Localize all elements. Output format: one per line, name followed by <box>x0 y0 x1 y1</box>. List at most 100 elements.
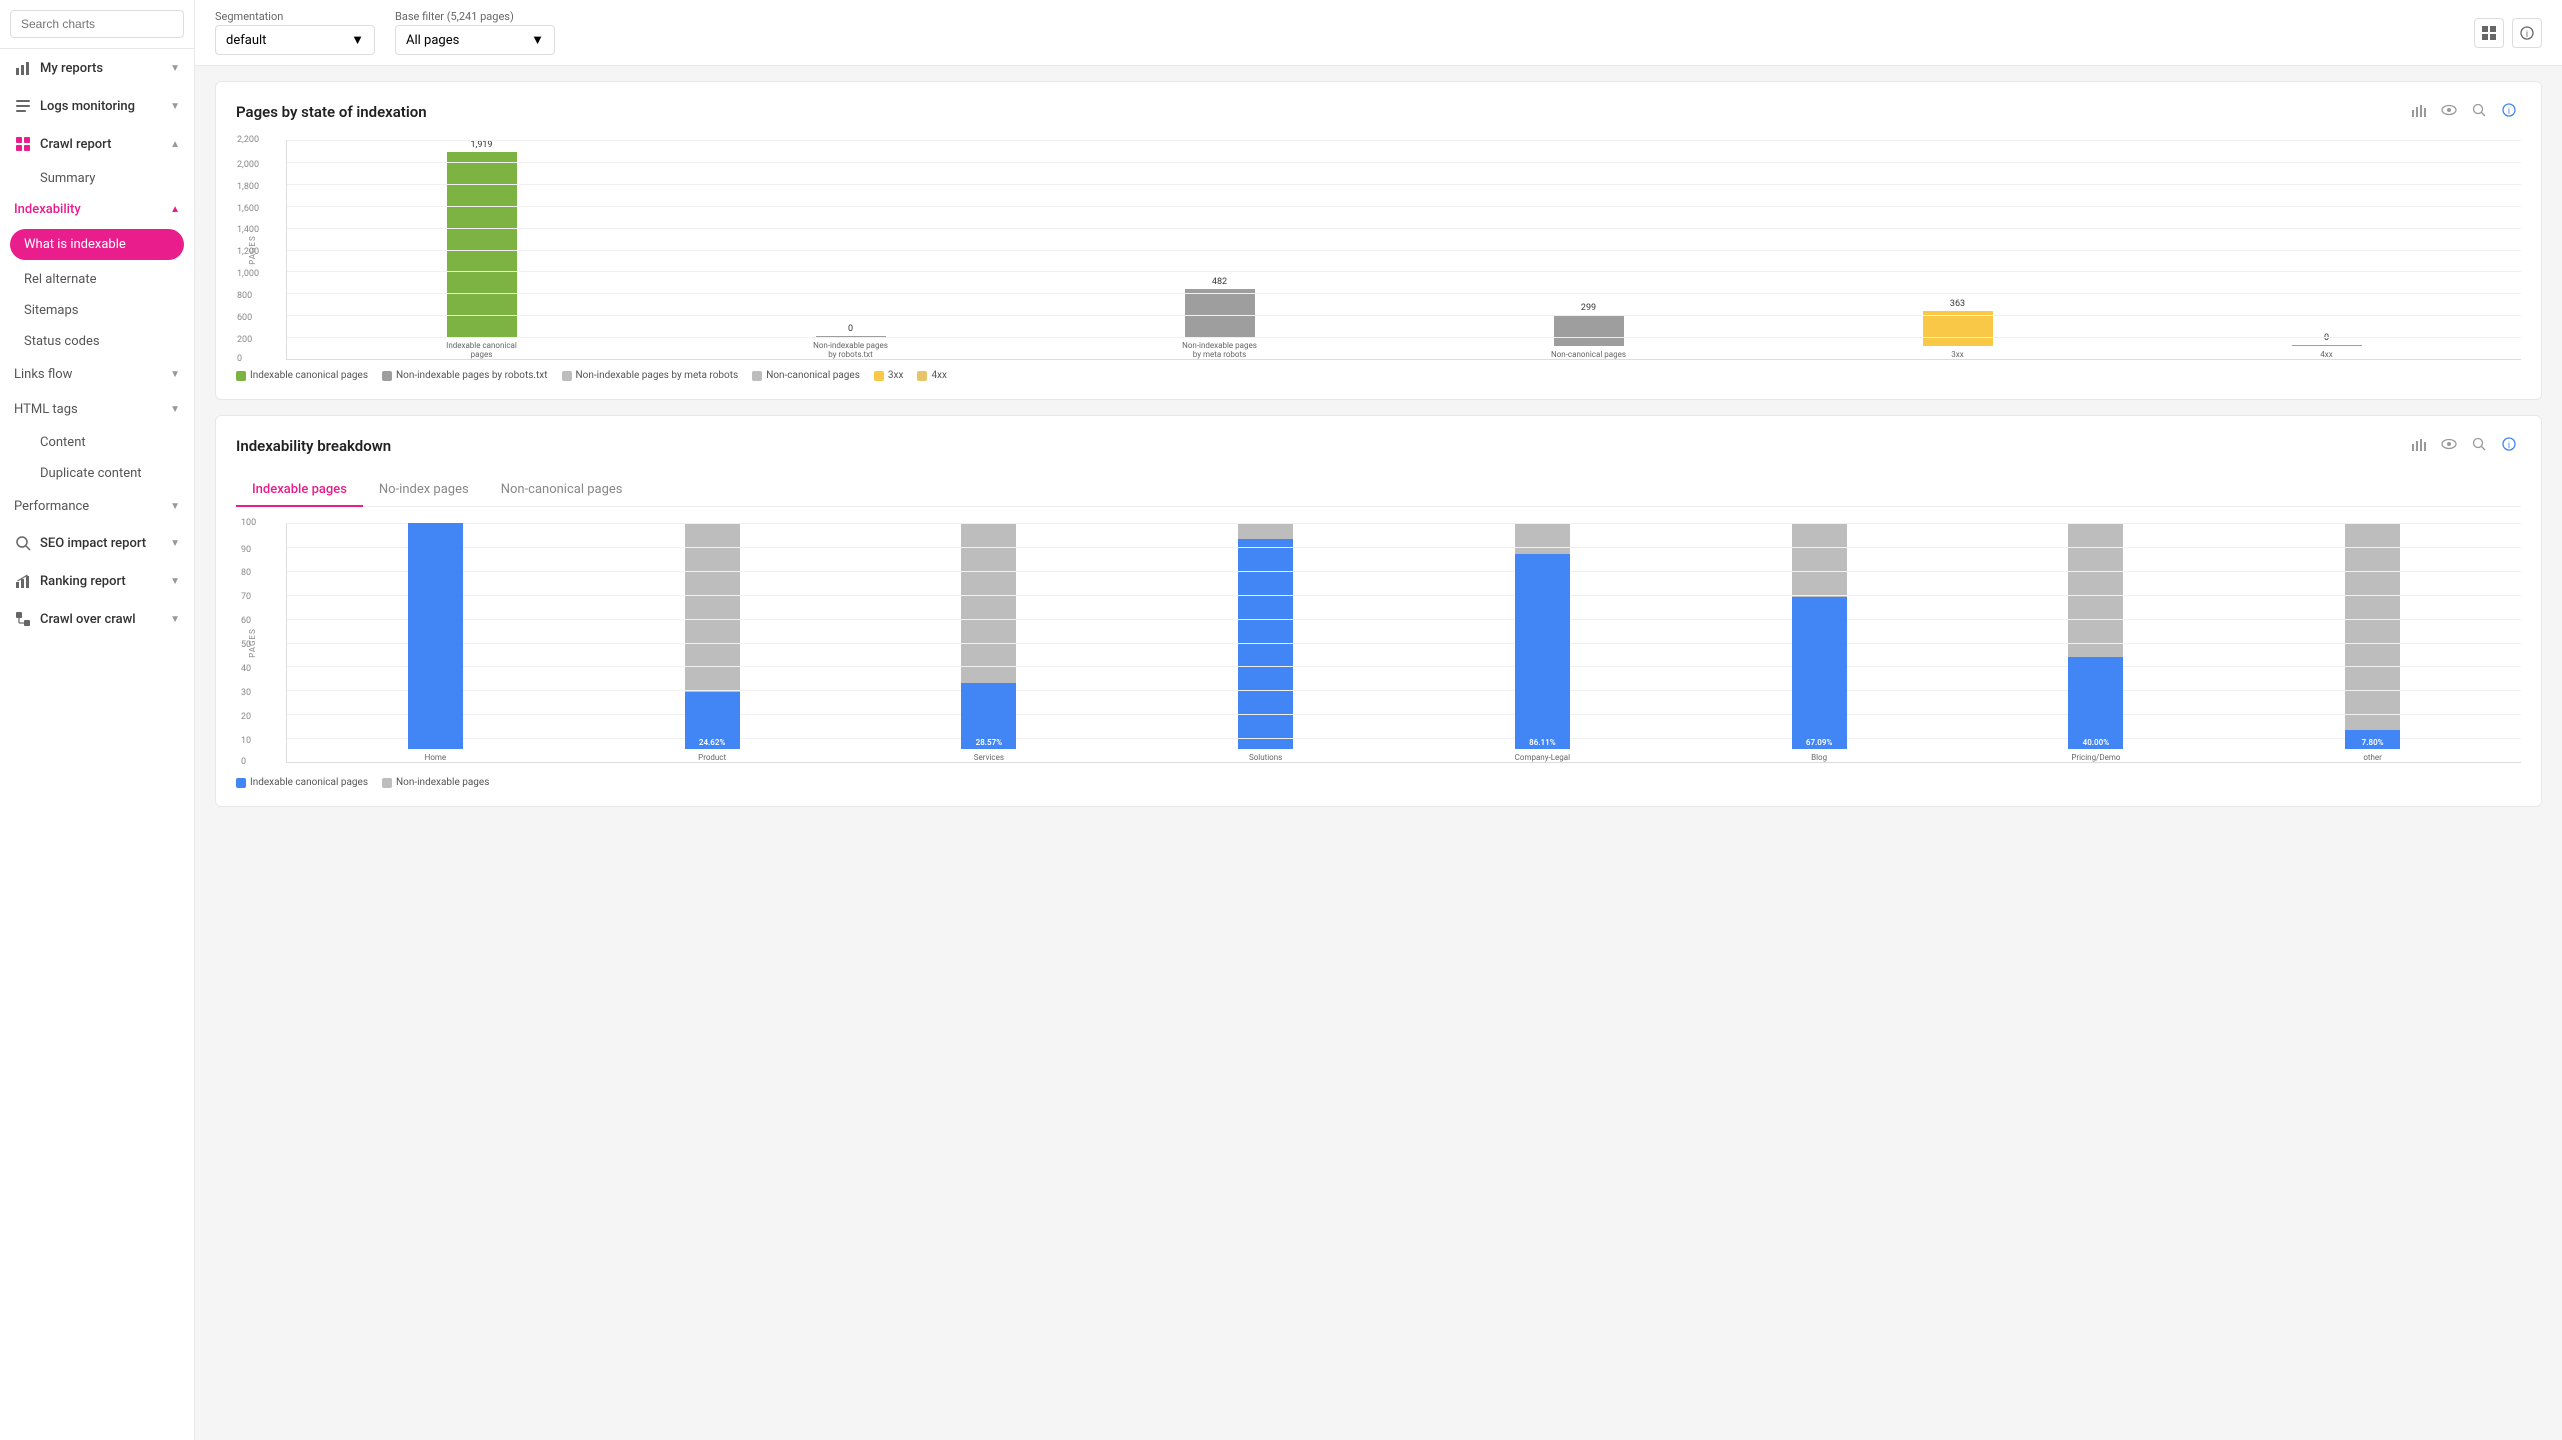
sidebar-item-crawl-over-crawl[interactable]: Crawl over crawl ▼ <box>0 600 194 638</box>
bar-rect-6[interactable] <box>2292 345 2362 346</box>
legend-label: Non-indexable pages <box>396 777 489 788</box>
legend-color <box>874 371 884 381</box>
legend-meta-robots: Non-indexable pages by meta robots <box>562 370 739 381</box>
sidebar-item-duplicate-content[interactable]: Duplicate content <box>0 458 194 489</box>
sidebar-item-my-reports[interactable]: My reports ▼ <box>0 49 194 87</box>
info-button[interactable]: i <box>2512 18 2542 48</box>
base-filter-label: Base filter (5,241 pages) <box>395 10 555 23</box>
chevron-down-icon: ▼ <box>531 32 544 48</box>
legend-indexable: Indexable canonical pages <box>236 370 368 381</box>
sidebar-item-seo-impact-report[interactable]: SEO impact report ▼ <box>0 524 194 562</box>
y-label: 1,600 <box>237 204 259 214</box>
sidebar-item-summary[interactable]: Summary <box>0 163 194 194</box>
legend-color <box>917 371 927 381</box>
chart2-search-icon[interactable] <box>2467 434 2491 458</box>
sidebar-item-status-codes[interactable]: Status codes <box>0 326 194 357</box>
breakdown-tabs: Indexable pages No-index pages Non-canon… <box>236 474 2521 507</box>
legend-color <box>752 371 762 381</box>
legend-color <box>236 371 246 381</box>
legend-color <box>382 371 392 381</box>
y-label: 1,400 <box>237 225 259 235</box>
chart1-bar-icon[interactable] <box>2407 100 2431 124</box>
search-box <box>0 0 194 49</box>
chart-icon <box>14 59 32 77</box>
bar-rect-5[interactable] <box>1923 311 1993 346</box>
y-label: 200 <box>237 335 252 345</box>
sidebar-item-crawl-report[interactable]: Crawl report ▲ <box>0 125 194 163</box>
sidebar-item-html-tags[interactable]: HTML tags ▼ <box>0 392 194 427</box>
y-label: 0 <box>237 354 242 364</box>
chevron-down-icon: ▼ <box>170 538 180 549</box>
chevron-up-icon: ▲ <box>170 204 180 215</box>
y2-label: 20 <box>241 712 251 722</box>
chart1-container: PAGES <box>236 140 2521 381</box>
sidebar-item-content[interactable]: Content <box>0 427 194 458</box>
chart-indexability-breakdown: Indexability breakdown i <box>215 415 2542 807</box>
top-bar-actions: i <box>2474 18 2542 48</box>
chevron-down-icon: ▼ <box>170 501 180 512</box>
chevron-up-icon: ▲ <box>170 139 180 150</box>
legend-3xx: 3xx <box>874 370 904 381</box>
chart1-eye-icon[interactable] <box>2437 100 2461 124</box>
chevron-down-icon: ▼ <box>170 369 180 380</box>
y2-label: 40 <box>241 664 251 674</box>
segmentation-select[interactable]: default ▼ <box>215 25 375 55</box>
chart1-info-icon[interactable]: i <box>2497 100 2521 124</box>
chart2-info-icon[interactable]: i <box>2497 434 2521 458</box>
chevron-down-icon: ▼ <box>170 614 180 625</box>
legend-label: Indexable canonical pages <box>250 777 368 788</box>
y2-label: 30 <box>241 688 251 698</box>
chart2-legend: Indexable canonical pages Non-indexable … <box>236 777 2521 788</box>
sidebar-label-logs-monitoring: Logs monitoring <box>40 99 135 114</box>
tab-no-index-pages[interactable]: No-index pages <box>363 474 485 507</box>
chart2-actions: i <box>2407 434 2521 458</box>
tab-indexable-pages[interactable]: Indexable pages <box>236 474 363 507</box>
chart1-search-icon[interactable] <box>2467 100 2491 124</box>
chevron-down-icon: ▼ <box>170 63 180 74</box>
y-label: 1,800 <box>237 182 259 192</box>
sidebar-item-links-flow[interactable]: Links flow ▼ <box>0 357 194 392</box>
chart2-eye-icon[interactable] <box>2437 434 2461 458</box>
grid-view-button[interactable] <box>2474 18 2504 48</box>
chart2-area: PAGES <box>236 523 2521 763</box>
sidebar-item-rel-alternate[interactable]: Rel alternate <box>0 264 194 295</box>
ranking-icon <box>14 572 32 590</box>
svg-text:i: i <box>2508 441 2510 451</box>
segmentation-label: Segmentation <box>215 10 375 23</box>
chart-indexation-state: Pages by state of indexation i <box>215 81 2542 400</box>
sidebar-item-sitemaps[interactable]: Sitemaps <box>0 295 194 326</box>
crawl-icon <box>14 135 32 153</box>
sidebar-item-indexability[interactable]: Indexability ▲ <box>0 194 194 225</box>
chart2-title: Indexability breakdown <box>236 437 391 455</box>
search-input[interactable] <box>10 10 184 38</box>
base-filter: Base filter (5,241 pages) All pages ▼ <box>395 10 555 55</box>
sidebar-item-ranking-report[interactable]: Ranking report ▼ <box>0 562 194 600</box>
y-label: 600 <box>237 313 252 323</box>
y-label: 800 <box>237 291 252 301</box>
y2-label: 90 <box>241 545 251 555</box>
segmentation-filter: Segmentation default ▼ <box>215 10 375 55</box>
y2-label: 10 <box>241 736 251 746</box>
logs-icon <box>14 97 32 115</box>
bar-rect-3[interactable] <box>1185 289 1255 337</box>
svg-text:i: i <box>2508 107 2510 117</box>
legend-non-canonical: Non-canonical pages <box>752 370 860 381</box>
sidebar-item-logs-monitoring[interactable]: Logs monitoring ▼ <box>0 87 194 125</box>
legend-label: Non-canonical pages <box>766 370 860 381</box>
chevron-down-icon: ▼ <box>170 576 180 587</box>
content-area: Pages by state of indexation i <box>195 66 2562 1440</box>
sidebar-item-performance[interactable]: Performance ▼ <box>0 489 194 524</box>
chart1-actions: i <box>2407 100 2521 124</box>
legend-4xx: 4xx <box>917 370 947 381</box>
chevron-down-icon: ▼ <box>170 101 180 112</box>
bar-rect-4[interactable] <box>1554 315 1624 346</box>
main-content: Segmentation default ▼ Base filter (5,24… <box>195 0 2562 1440</box>
base-filter-select[interactable]: All pages ▼ <box>395 25 555 55</box>
legend-robots-txt: Non-indexable pages by robots.txt <box>382 370 548 381</box>
tab-non-canonical-pages[interactable]: Non-canonical pages <box>485 474 639 507</box>
sidebar-item-what-is-indexable[interactable]: What is indexable <box>10 229 184 260</box>
chart2-bar-icon[interactable] <box>2407 434 2431 458</box>
legend-label: 3xx <box>888 370 904 381</box>
bar-rect-1[interactable] <box>447 152 517 337</box>
legend-color <box>382 778 392 788</box>
